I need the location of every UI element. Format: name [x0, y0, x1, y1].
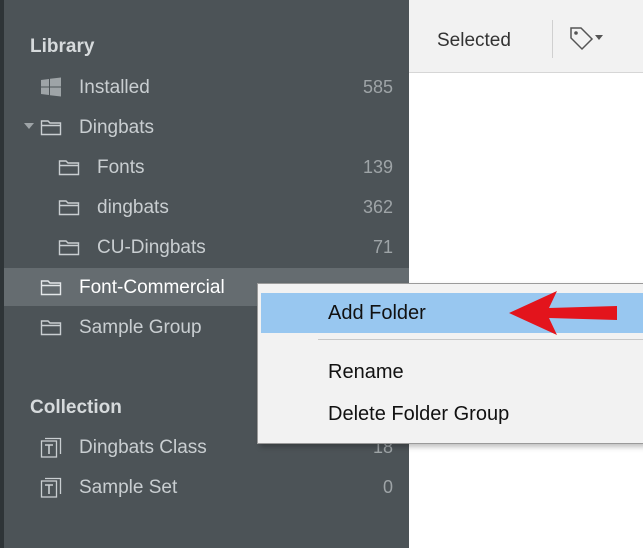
library-title: Library: [30, 36, 95, 57]
font-collection-icon: [40, 477, 62, 498]
menu-divider: [318, 339, 643, 340]
tag-dropdown-button[interactable]: [569, 25, 605, 58]
folder-icon: [58, 197, 80, 217]
sidebar-item-fonts[interactable]: Fonts 139: [4, 148, 409, 186]
sidebar-item-count: 585: [362, 77, 393, 97]
font-collection-icon: [40, 437, 62, 458]
toolbar: Selected: [409, 0, 643, 73]
folder-icon: [58, 157, 80, 177]
sidebar-item-count: 362: [362, 197, 393, 217]
sidebar-item-dingbats-sub[interactable]: dingbats 362: [4, 188, 409, 226]
sidebar-item-count: 139: [362, 157, 393, 177]
sidebar-item-installed[interactable]: Installed 585: [4, 68, 409, 106]
sidebar-item-dingbats[interactable]: Dingbats: [4, 108, 409, 146]
folder-icon: [40, 117, 62, 137]
red-arrow-icon: [509, 291, 617, 335]
expand-caret-icon[interactable]: [24, 123, 34, 129]
sidebar: Library Installed 585 Dingbats Fonts 139…: [0, 0, 409, 548]
menu-item-label: Rename: [328, 361, 404, 383]
sidebar-item-label: Font-Commercial: [79, 277, 225, 298]
sidebar-item-label: Dingbats: [79, 117, 154, 138]
sidebar-item-count: 71: [372, 237, 393, 257]
tag-icon: [570, 27, 603, 51]
folder-icon: [40, 277, 62, 297]
menu-item-rename[interactable]: Rename: [261, 352, 643, 392]
windows-icon: [40, 77, 62, 97]
folder-icon: [40, 317, 62, 337]
menu-item-label: Delete Folder Group: [328, 403, 510, 425]
sidebar-item-label: dingbats: [97, 197, 169, 218]
sidebar-item-label: Dingbats Class: [79, 437, 207, 458]
toolbar-divider: [552, 20, 553, 58]
sidebar-item-cu-dingbats[interactable]: CU-Dingbats 71: [4, 228, 409, 266]
menu-item-label: Add Folder: [328, 302, 426, 324]
sidebar-item-label: Fonts: [97, 157, 145, 178]
collection-title: Collection: [30, 397, 122, 418]
sidebar-item-count: 0: [382, 477, 393, 497]
sidebar-item-label: Installed: [79, 77, 150, 98]
folder-icon: [58, 237, 80, 257]
selected-filter-button[interactable]: Selected: [437, 30, 511, 52]
sidebar-item-label: Sample Group: [79, 317, 202, 338]
menu-item-delete-folder-group[interactable]: Delete Folder Group: [261, 394, 643, 434]
sidebar-item-label: Sample Set: [79, 477, 178, 498]
sidebar-item-sample-set[interactable]: Sample Set 0: [4, 468, 409, 506]
sidebar-item-label: CU-Dingbats: [97, 237, 206, 258]
